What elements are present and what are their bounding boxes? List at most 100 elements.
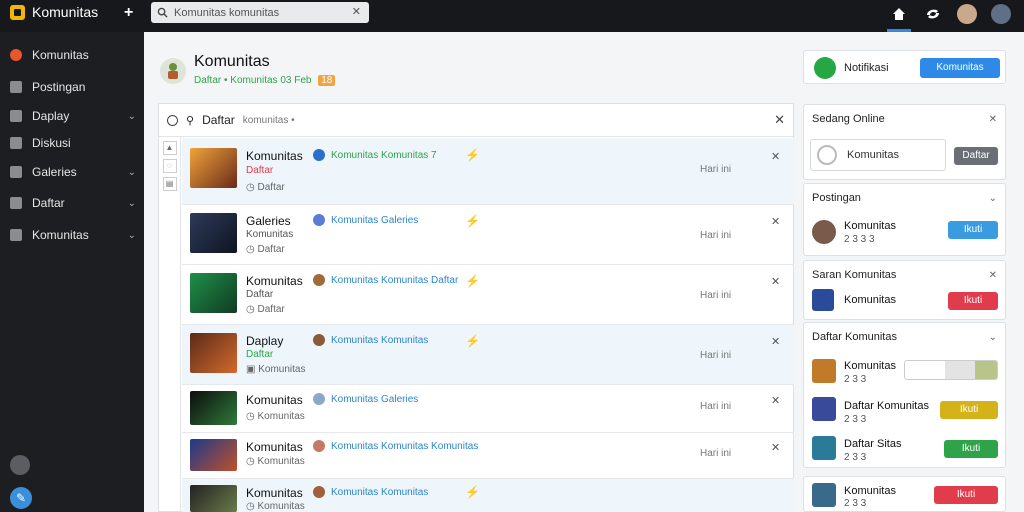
post-close-icon[interactable]: ✕ [771,394,780,407]
feed-post[interactable]: Komunitas Komunitas Komunitas ⚡ ◷ Komuni… [182,479,794,512]
compose-icon[interactable]: ✎ [10,487,32,509]
sidebar-item-postingan[interactable]: Postingan [10,76,136,98]
search-input[interactable] [174,6,344,19]
profile-name[interactable]: Komunitas [844,220,896,232]
suggest-name[interactable]: Komunitas [844,294,896,306]
post-thumbnail[interactable] [190,333,237,373]
post-title[interactable]: Komunitas [246,440,303,454]
online-input-box[interactable]: Komunitas [810,139,946,171]
list-thumbnail[interactable] [812,483,836,507]
follow-button[interactable]: Ikuti [948,221,998,239]
chevron-down-icon[interactable]: ⌄ [989,332,997,343]
rail-mid-icon[interactable]: ◌ [162,159,177,173]
sidebar-item-daftar[interactable]: Daftar ⌄ [10,192,136,214]
online-action-button[interactable]: Daftar [954,147,998,165]
feed-post[interactable]: Komunitas Komunitas Komunitas 7 ⚡ Daftar… [182,138,794,205]
list-follow-button[interactable]: Ikuti [934,486,998,504]
page-subtitle-text: Daftar • Komunitas 03 Feb [194,75,312,86]
top-nav-icons [888,3,1012,25]
chevron-down-icon[interactable]: ⌄ [989,193,997,204]
post-title[interactable]: Komunitas [246,149,303,163]
circle-icon [817,145,837,165]
post-title[interactable]: Komunitas [246,393,303,407]
suggest-thumbnail[interactable] [812,289,834,311]
sidebar-item-komunitas-2[interactable]: Komunitas ⌄ [10,224,136,246]
post-close-icon[interactable]: ✕ [771,275,780,288]
suggest-follow-button[interactable]: Ikuti [948,292,998,310]
feed-post[interactable]: Komunitas Komunitas Galeries ◷ Komunitas… [182,385,794,433]
list-thumbnail[interactable] [812,436,836,460]
post-thumbnail[interactable] [190,485,237,512]
list-item-name[interactable]: Daftar Komunitas [844,400,929,412]
badge-icon [313,486,325,498]
post-close-icon[interactable]: ✕ [771,215,780,228]
close-icon[interactable]: ✕ [774,112,785,128]
post-thumbnail[interactable] [190,213,237,253]
post-title[interactable]: Daplay [246,334,283,348]
user-avatar[interactable] [956,3,978,25]
sidebar-item-diskusi[interactable]: Diskusi [10,132,136,154]
post-link[interactable]: Komunitas Komunitas [331,335,428,346]
post-link[interactable]: Komunitas Komunitas Komunitas [331,441,478,452]
profile-avatar[interactable] [990,3,1012,25]
list-thumbnail[interactable] [812,397,836,421]
sidebar-item-galeries[interactable]: Galeries ⌄ [10,161,136,183]
feed-post[interactable]: Komunitas Komunitas Komunitas Daftar ⚡ D… [182,265,794,325]
feed-post[interactable]: Daplay Komunitas Komunitas ⚡ Daftar ▣ Ko… [182,325,794,385]
post-meta-text: Daftar [257,244,285,255]
post-time: Hari ini [700,448,732,459]
post-close-icon[interactable]: ✕ [771,150,780,163]
close-icon[interactable]: ✕ [989,270,997,281]
post-thumbnail[interactable] [190,439,237,471]
feed-post[interactable]: Galeries Komunitas Galeries ⚡ Komunitas … [182,205,794,265]
radio-icon[interactable] [167,114,178,126]
list-follow-button[interactable]: Ikuti [940,401,998,419]
sidebar-item-komunitas[interactable]: Komunitas [10,44,136,66]
rail-up-icon[interactable]: ▲ [162,141,177,155]
post-thumbnail[interactable] [190,391,237,425]
chevron-down-icon: ⌄ [127,166,136,178]
list-item-name[interactable]: Komunitas [844,485,896,497]
list-item-name[interactable]: Komunitas [844,360,896,372]
stepper-button[interactable] [973,361,997,379]
post-link[interactable]: Komunitas Komunitas [331,487,428,498]
community-button[interactable]: Komunitas [920,58,1000,78]
search-box[interactable]: ✕ [151,2,369,23]
create-plus-icon[interactable]: + [124,4,133,22]
rail-save-icon[interactable]: ▤ [162,177,177,191]
post-meta-text: Komunitas [257,456,305,467]
post-link[interactable]: Komunitas Komunitas Daftar [331,275,458,286]
post-title[interactable]: Galeries [246,214,291,228]
profile-title: Postingan [812,192,861,204]
list-item-name[interactable]: Daftar Sitas [844,438,901,450]
post-thumbnail[interactable] [190,148,237,188]
post-link[interactable]: Komunitas Komunitas 7 [331,150,437,161]
sidebar-item-label: Komunitas [32,48,89,62]
post-link[interactable]: Komunitas Galeries [331,394,418,405]
sidebar-item-daplay[interactable]: Daplay ⌄ [10,105,136,127]
chat-bubble-icon[interactable] [10,455,30,475]
post-title[interactable]: Komunitas [246,486,303,500]
post-close-icon[interactable]: ✕ [771,441,780,454]
list-item-stepper[interactable] [904,360,998,380]
search-icon [157,7,168,18]
post-close-icon[interactable]: ✕ [771,335,780,348]
post-thumbnail[interactable] [190,273,237,313]
post-title[interactable]: Komunitas [246,274,303,288]
search-clear-icon[interactable]: ✕ [352,5,361,18]
brand[interactable]: Komunitas [10,4,98,20]
chevron-down-icon: ⌄ [127,110,136,122]
post-link[interactable]: Komunitas Galeries [331,215,418,226]
profile-card: Postingan ⌄ Komunitas 2 3 3 3 Ikuti [803,183,1006,256]
list-follow-button[interactable]: Ikuti [944,440,998,458]
profile-avatar[interactable] [812,220,836,244]
messages-icon[interactable] [922,3,944,25]
feed-header: ⚲ Daftar komunitas • ✕ [159,104,793,137]
list-card: Daftar Komunitas ⌄ Komunitas 2 3 3 Dafta… [803,322,1006,468]
list-thumbnail[interactable] [812,359,836,383]
close-icon[interactable]: ✕ [989,114,997,125]
home-icon[interactable] [888,3,910,25]
feed-post[interactable]: Komunitas Komunitas Komunitas Komunitas … [182,433,794,479]
online-title: Sedang Online [812,113,885,125]
feed-panel: ⚲ Daftar komunitas • ✕ ▲ ◌ ▤ Komunitas K… [158,103,794,512]
